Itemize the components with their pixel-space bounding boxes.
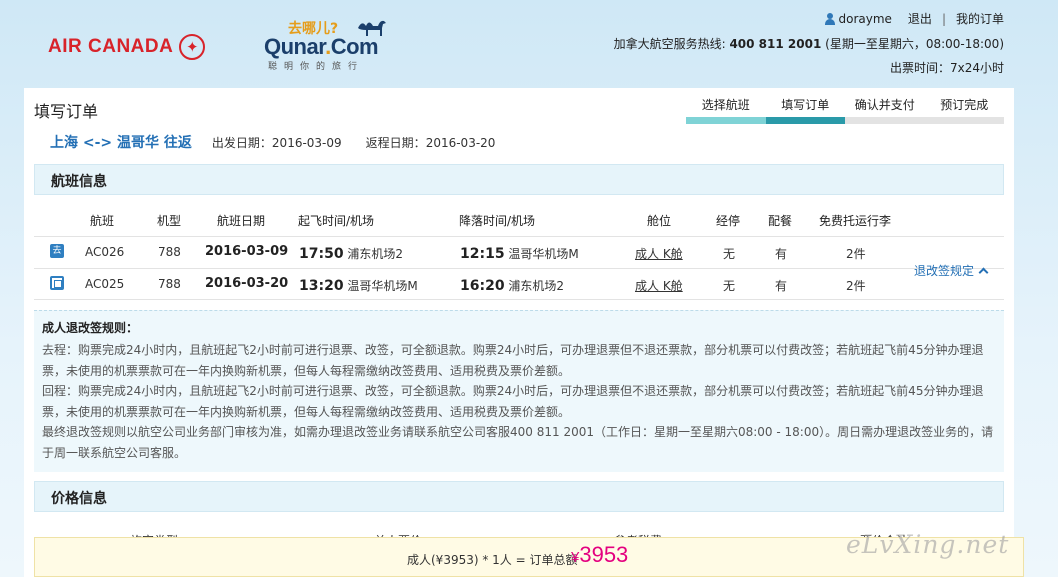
col-baggage: 免费托运行李 bbox=[819, 214, 892, 228]
flight-info-header: 航班信息 bbox=[34, 164, 1004, 195]
flight-row: 去 AC026 788 2016-03-09 17:50 浦东机场2 12:15… bbox=[34, 236, 1004, 268]
departure-airport: 温哥华机场M bbox=[347, 279, 418, 293]
step-fill-order: 填写订单 bbox=[781, 98, 830, 112]
price-info-title: 价格信息 bbox=[51, 491, 107, 507]
my-orders-link[interactable]: 我的订单 bbox=[956, 10, 1004, 27]
progress-bar bbox=[686, 117, 1004, 124]
refund-rules-label: 退改签规定 bbox=[914, 264, 975, 278]
arrival-time: 16:20 bbox=[460, 278, 505, 294]
logout-link[interactable]: 退出 bbox=[908, 10, 932, 27]
step-complete: 预订完成 bbox=[940, 98, 989, 112]
refund-rules-toggle[interactable]: 退改签规定 bbox=[914, 262, 989, 279]
page-title: 填写订单 bbox=[34, 102, 99, 121]
flight-number: AC025 bbox=[85, 277, 125, 291]
qunar-name: Qunar bbox=[264, 34, 326, 59]
route-text: 上海 <-> 温哥华 往返 bbox=[50, 135, 192, 151]
rules-inbound: 回程：购票完成24小时内，且航班起飞2小时前可进行退票、改签，可全额退款。购票2… bbox=[42, 384, 984, 419]
qunar-com: Com bbox=[330, 34, 379, 59]
return-date: 返程日期：2016-03-20 bbox=[366, 134, 496, 151]
flight-date: 2016-03-20 bbox=[205, 276, 289, 291]
flight-date: 2016-03-09 bbox=[205, 244, 289, 259]
col-departure: 起飞时间/机场 bbox=[298, 214, 375, 228]
refund-rules-panel: 成人退改签规则： 去程：购票完成24小时内，且航班起飞2小时前可进行退票、改签，… bbox=[34, 310, 1004, 472]
site-header: AIR CANADA ✦ 去哪儿? Qunar.Com 聪明你的旅行 doray… bbox=[0, 0, 1058, 88]
baggage-value: 2件 bbox=[846, 279, 866, 293]
progress-segment-1 bbox=[686, 117, 766, 124]
arrival: 12:15 温哥华机场M bbox=[460, 245, 579, 262]
qunar-logo[interactable]: 去哪儿? Qunar.Com 聪明你的旅行 bbox=[264, 16, 394, 72]
depart-date: 出发日期：2016-03-09 bbox=[212, 134, 342, 151]
depart-value: 2016-03-09 bbox=[271, 136, 342, 150]
progress-segment-2 bbox=[765, 117, 849, 124]
flight-row: AC025 788 2016-03-20 13:20 温哥华机场M 16:20 … bbox=[34, 268, 1004, 300]
cabin-link[interactable]: 成人 K舱 bbox=[635, 277, 683, 294]
total-amount-value: 3953 bbox=[579, 542, 629, 567]
aircraft-model: 788 bbox=[158, 245, 181, 259]
outbound-icon: 去 bbox=[50, 244, 64, 258]
stop-value: 无 bbox=[723, 247, 736, 261]
progress-segment-4 bbox=[924, 117, 1004, 124]
baggage-value: 2件 bbox=[846, 247, 866, 261]
qunar-slogan: 聪明你的旅行 bbox=[268, 62, 365, 72]
step-select-flight: 选择航班 bbox=[701, 98, 750, 112]
username-link[interactable]: dorayme bbox=[839, 12, 892, 26]
separator: | bbox=[941, 11, 946, 26]
step-confirm-pay: 确认并支付 bbox=[854, 98, 915, 112]
arrival: 16:20 浦东机场2 bbox=[460, 277, 564, 294]
departure-airport: 浦东机场2 bbox=[347, 247, 404, 261]
departure-time: 17:50 bbox=[299, 246, 344, 262]
departure: 13:20 温哥华机场M bbox=[299, 277, 418, 294]
total-formula: 成人(¥3953) * 1人 = 订单总额 bbox=[407, 553, 578, 567]
user-bar: dorayme 退出 | 我的订单 bbox=[824, 10, 1004, 27]
return-icon bbox=[50, 276, 64, 290]
departure: 17:50 浦东机场2 bbox=[299, 245, 403, 262]
depart-label: 出发日期： bbox=[211, 136, 272, 150]
rules-outbound: 去程：购票完成24小时内，且航班起飞2小时前可进行退票、改签，可全额退款。购票2… bbox=[42, 343, 984, 378]
arrival-airport: 温哥华机场M bbox=[508, 247, 579, 261]
hotline-number: 400 811 2001 bbox=[729, 37, 822, 51]
ticket-time: 出票时间：7x24小时 bbox=[889, 61, 1004, 75]
maple-leaf-icon: ✦ bbox=[179, 34, 206, 60]
col-date: 航班日期 bbox=[217, 214, 266, 228]
departure-time: 13:20 bbox=[299, 278, 344, 294]
return-value: 2016-03-20 bbox=[425, 136, 496, 150]
price-info-header: 价格信息 bbox=[34, 481, 1004, 512]
progress-steps: 选择航班 填写订单 确认并支付 预订完成 bbox=[686, 96, 1004, 124]
rules-final: 最终退改签规则以航空公司业务部门审核为准，如需办理退改签业务请联系航空公司客服4… bbox=[42, 425, 994, 460]
col-flight: 航班 bbox=[90, 214, 115, 228]
meal-value: 有 bbox=[775, 247, 788, 261]
hotline-hours: (星期一至星期六，08:00-18:00) bbox=[825, 37, 1004, 51]
col-meal: 配餐 bbox=[768, 214, 793, 228]
qunar-wordmark: Qunar.Com bbox=[264, 34, 379, 60]
arrival-time: 12:15 bbox=[460, 246, 505, 262]
cabin-link[interactable]: 成人 K舱 bbox=[635, 245, 683, 262]
air-canada-wordmark: AIR CANADA bbox=[48, 36, 174, 57]
air-canada-logo[interactable]: AIR CANADA ✦ bbox=[48, 34, 206, 60]
progress-segment-3 bbox=[845, 117, 925, 124]
total-amount: ¥3953 bbox=[571, 542, 628, 568]
order-panel: 填写订单 选择航班 填写订单 确认并支付 预订完成 上海 <-> 温哥华 往返 … bbox=[24, 88, 1014, 577]
hotline: 加拿大航空服务热线: 400 811 2001 (星期一至星期六，08:00-1… bbox=[614, 35, 1004, 52]
return-label: 返程日期： bbox=[365, 136, 426, 150]
route-summary: 上海 <-> 温哥华 往返 出发日期：2016-03-09 返程日期：2016-… bbox=[50, 132, 519, 152]
col-stop: 经停 bbox=[716, 214, 741, 228]
aircraft-model: 788 bbox=[158, 277, 181, 291]
flight-info-title: 航班信息 bbox=[51, 174, 107, 190]
stop-value: 无 bbox=[723, 279, 736, 293]
col-cabin: 舱位 bbox=[647, 214, 672, 228]
flight-number: AC026 bbox=[85, 245, 125, 259]
chevron-up-icon bbox=[978, 267, 989, 278]
rules-title: 成人退改签规则： bbox=[42, 321, 139, 335]
meal-value: 有 bbox=[775, 279, 788, 293]
col-model: 机型 bbox=[157, 214, 182, 228]
watermark: eLvXing.net bbox=[846, 530, 1010, 559]
col-arrival: 降落时间/机场 bbox=[459, 214, 536, 228]
hotline-label: 加拿大航空服务热线: bbox=[613, 37, 726, 51]
arrival-airport: 浦东机场2 bbox=[508, 279, 565, 293]
user-icon bbox=[824, 12, 835, 25]
